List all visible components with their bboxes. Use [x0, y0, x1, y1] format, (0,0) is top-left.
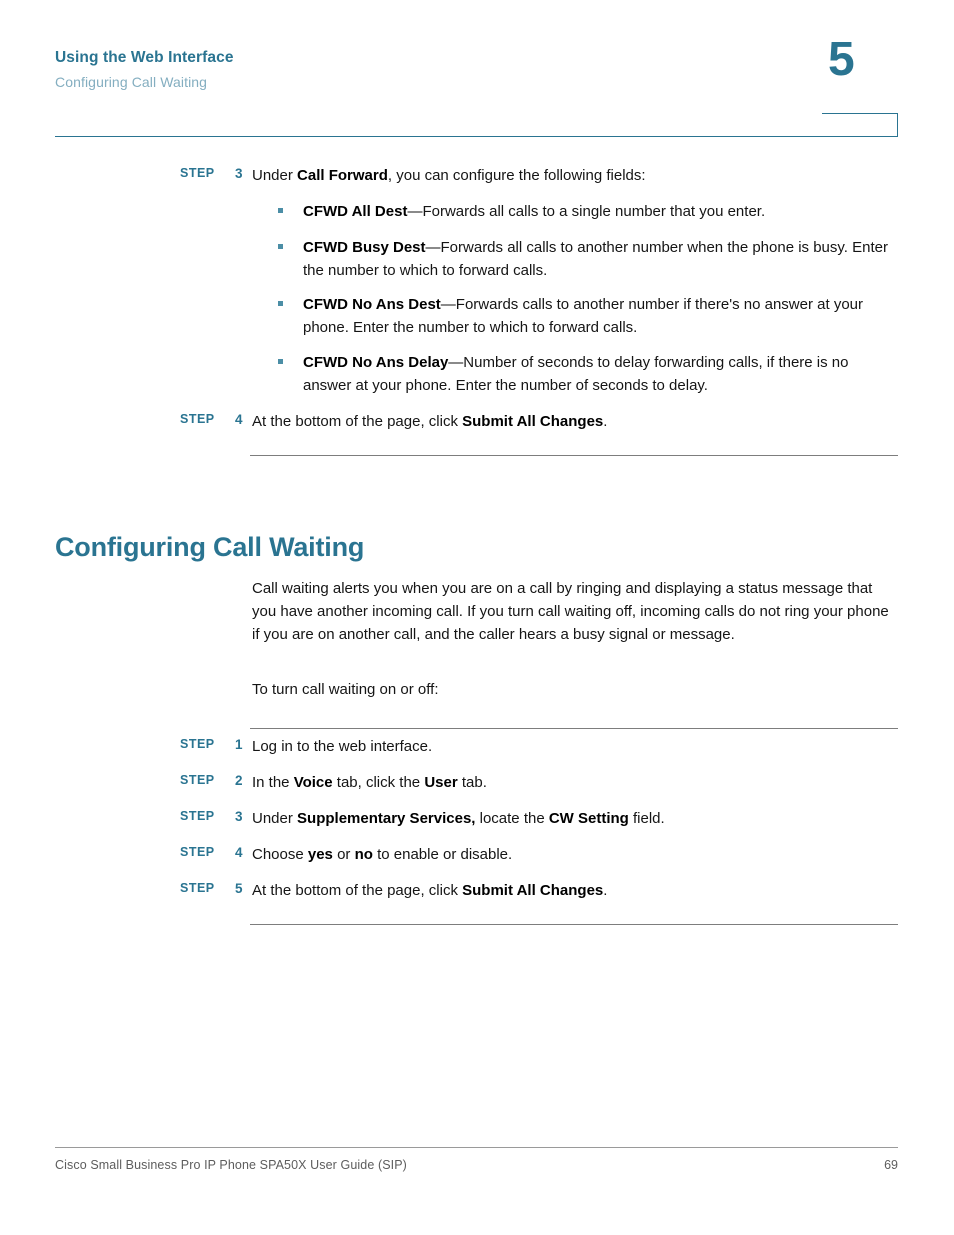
step-label: STEP [180, 737, 215, 751]
step-label: STEP [180, 809, 215, 823]
step-number: 4 [235, 845, 243, 860]
step-number: 3 [235, 809, 243, 824]
header-title-group: Using the Web Interface Configuring Call… [55, 48, 234, 92]
step-label: STEP [180, 166, 215, 180]
list-item-text: CFWD Busy Dest—Forwards all calls to ano… [303, 239, 888, 279]
step-text: At the bottom of the page, click Submit … [252, 413, 608, 430]
step-number: 3 [235, 166, 243, 181]
bullet-square-icon [278, 359, 283, 364]
step-text: Under Call Forward, you can configure th… [252, 167, 646, 184]
page-title: Configuring Call Waiting [55, 532, 365, 563]
list-item-text: CFWD All Dest—Forwards all calls to a si… [303, 203, 766, 220]
step-number: 2 [235, 773, 243, 788]
chapter-number: 5 [828, 33, 855, 86]
section-divider-bottom [250, 924, 898, 925]
bullet-square-icon [278, 301, 283, 306]
list-item-text: CFWD No Ans Delay—Number of seconds to d… [303, 354, 849, 394]
step-text: Under Supplementary Services, locate the… [252, 810, 665, 827]
section-divider-top [250, 455, 898, 456]
bullet-square-icon [278, 208, 283, 213]
step-label: STEP [180, 412, 215, 426]
list-item-text: CFWD No Ans Dest—Forwards calls to anoth… [303, 296, 864, 336]
step-text: Choose yes or no to enable or disable. [252, 846, 513, 863]
step-number: 1 [235, 737, 243, 752]
step-text: Log in to the web interface. [252, 738, 433, 755]
footer-rule [55, 1147, 898, 1148]
bullet-square-icon [278, 244, 283, 249]
header-rule [55, 136, 898, 138]
step-text: At the bottom of the page, click Submit … [252, 882, 608, 899]
page-header: Using the Web Interface Configuring Call… [0, 0, 954, 140]
header-section-title: Configuring Call Waiting [55, 74, 208, 91]
intro-paragraph: Call waiting alerts you when you are on … [252, 580, 889, 643]
footer-page-number: 69 [884, 1158, 898, 1172]
step-label: STEP [180, 881, 215, 895]
step-number: 5 [235, 881, 243, 896]
section-divider-steps [250, 728, 898, 729]
step-number: 4 [235, 412, 243, 427]
step-label: STEP [180, 773, 215, 787]
step-label: STEP [180, 845, 215, 859]
lead-in-paragraph: To turn call waiting on or off: [252, 681, 439, 698]
step-text: In the Voice tab, click the User tab. [252, 774, 487, 791]
chapter-tab-outline [822, 113, 898, 137]
header-chapter-title: Using the Web Interface [55, 49, 234, 66]
